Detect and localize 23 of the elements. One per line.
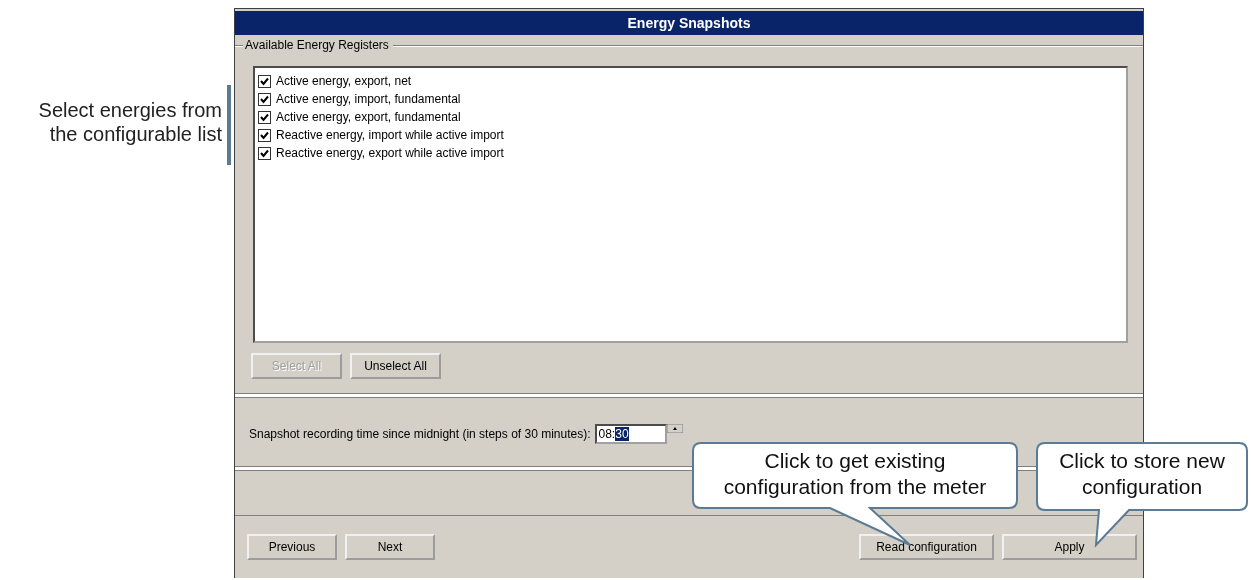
annotation-text: Select energies from the configurable list	[37, 98, 222, 146]
window-title: Energy Snapshots	[235, 11, 1143, 35]
register-label: Active energy, import, fundamental	[276, 92, 461, 106]
register-label: Reactive energy, export while active import	[276, 146, 504, 160]
previous-button[interactable]: Previous	[247, 534, 337, 560]
checkbox[interactable]	[258, 128, 271, 142]
apply-button[interactable]: Apply	[1002, 534, 1137, 560]
register-label: Reactive energy, import while active import	[276, 128, 504, 142]
group-legend: Available Energy Registers	[243, 38, 393, 52]
spin-up-button[interactable]	[666, 424, 683, 433]
checkbox[interactable]	[258, 146, 271, 160]
register-label: Active energy, export, fundamental	[276, 110, 461, 124]
checkbox[interactable]	[258, 92, 271, 106]
unselect-all-button[interactable]: Unselect All	[350, 353, 441, 379]
next-button[interactable]: Next	[345, 534, 435, 560]
callout-text: Click to get existing configuration from the meter	[722, 448, 988, 500]
register-label: Active energy, export, net	[276, 74, 412, 88]
time-field[interactable]: 08:30	[594, 424, 667, 444]
checkbox[interactable]	[258, 110, 271, 124]
callout-text: Click to store new configuration	[1058, 448, 1226, 500]
checkbox[interactable]	[258, 74, 271, 88]
recording-time-label: Snapshot recording time since midnight (in steps of 30 minutes):	[249, 427, 591, 441]
read-configuration-button[interactable]: Read configuration	[859, 534, 994, 560]
